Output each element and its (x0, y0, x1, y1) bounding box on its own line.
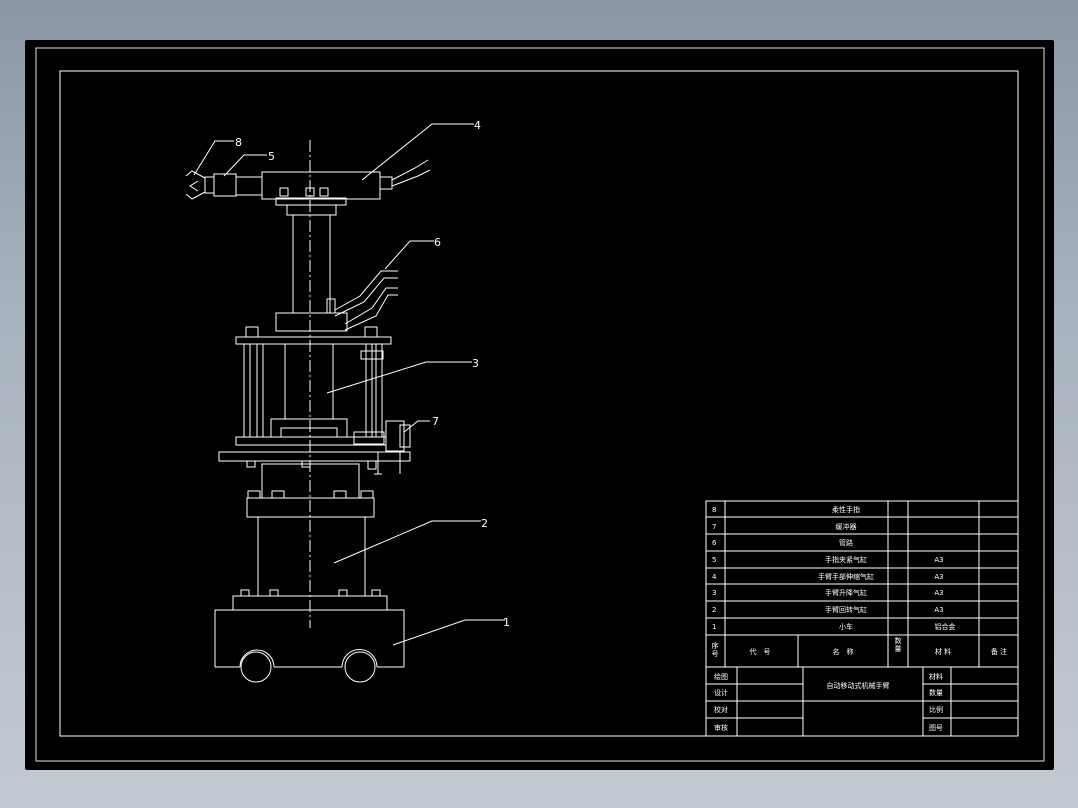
label-approve: 审核 (714, 723, 728, 732)
label-qty: 数量 (929, 688, 943, 697)
label-drawing-no: 图号 (929, 724, 943, 732)
title-block (705, 666, 1019, 737)
header-code: 代 号 (750, 647, 771, 656)
bom-no: 4 (712, 573, 717, 581)
callout-number: 4 (474, 119, 481, 132)
drawing-sheet: 1 2 3 4 5 6 7 8 8 柔性手指 7 缓冲器 6 管路 5 手指夹紧… (25, 40, 1054, 770)
bom-no: 1 (712, 623, 716, 631)
callout-8: 8 (193, 136, 242, 176)
callout-7: 7 (403, 415, 439, 433)
callout-1: 1 (392, 616, 510, 646)
callout-3: 3 (326, 357, 479, 394)
bom-material: A3 (934, 589, 943, 597)
callout-number: 5 (268, 150, 275, 163)
bom-name: 柔性手指 (832, 505, 860, 514)
header-qty: 数量 (894, 636, 902, 653)
outer-border (35, 47, 1045, 762)
buffer (374, 420, 411, 475)
callout-4: 4 (361, 119, 481, 181)
bom-material: A3 (934, 573, 943, 581)
header-remark: 备 注 (991, 647, 1007, 656)
bom-material: A3 (934, 556, 943, 564)
label-drawn: 绘图 (714, 672, 728, 681)
bom-no: 7 (712, 523, 716, 531)
label-scale: 比例 (929, 705, 943, 714)
column (275, 204, 348, 332)
callout-number: 1 (503, 616, 510, 629)
bom-material: A3 (934, 606, 943, 614)
wheel-right (344, 651, 376, 683)
bom-no: 5 (712, 556, 716, 564)
header-name: 名 称 (833, 647, 854, 656)
title-block-text: 绘图 设计 校对 审核 自动移动式机械手臂 材料 数量 比例 图号 (714, 672, 943, 732)
pipeline (334, 270, 398, 331)
bom-no: 2 (712, 606, 716, 614)
header-seq: 序号 (711, 641, 719, 658)
bom-name: 管路 (839, 538, 853, 547)
callout-number: 6 (434, 236, 441, 249)
bom-name: 小车 (839, 622, 853, 631)
bom-no: 6 (712, 539, 717, 547)
gripper (185, 170, 237, 200)
callout-6: 6 (384, 236, 441, 270)
parts-list-header: 序号 代 号 名 称 数量 材 料 备 注 (711, 636, 1007, 658)
inner-frame (59, 70, 1019, 737)
bom-name: 手臂回转气缸 (825, 605, 867, 614)
lift-cylinder (218, 326, 411, 470)
callout-number: 2 (481, 517, 488, 530)
callout-number: 3 (472, 357, 479, 370)
bom-name: 缓冲器 (836, 522, 857, 531)
label-design: 设计 (714, 688, 728, 697)
cad-drawing: 1 2 3 4 5 6 7 8 8 柔性手指 7 缓冲器 6 管路 5 手指夹紧… (35, 47, 1045, 762)
label-material: 材料 (929, 672, 943, 681)
header-material: 材 料 (935, 647, 951, 656)
bom-name: 手臂手部伸缩气缸 (818, 572, 874, 581)
callout-number: 8 (235, 136, 242, 149)
bom-no: 8 (712, 506, 716, 514)
bom-name: 手臂升降气缸 (825, 588, 867, 597)
drawing-title: 自动移动式机械手臂 (827, 681, 890, 690)
parts-list (705, 500, 1019, 668)
robot-assembly (185, 140, 431, 683)
bom-material: 铝合金 (935, 622, 956, 631)
wheel-left (240, 651, 272, 683)
callout-number: 7 (432, 415, 439, 428)
bom-no: 3 (712, 589, 716, 597)
callout-2: 2 (333, 517, 488, 564)
bom-name: 手指夹紧气缸 (825, 555, 867, 564)
label-check: 校对 (714, 705, 728, 714)
arm-cylinder (235, 159, 431, 206)
